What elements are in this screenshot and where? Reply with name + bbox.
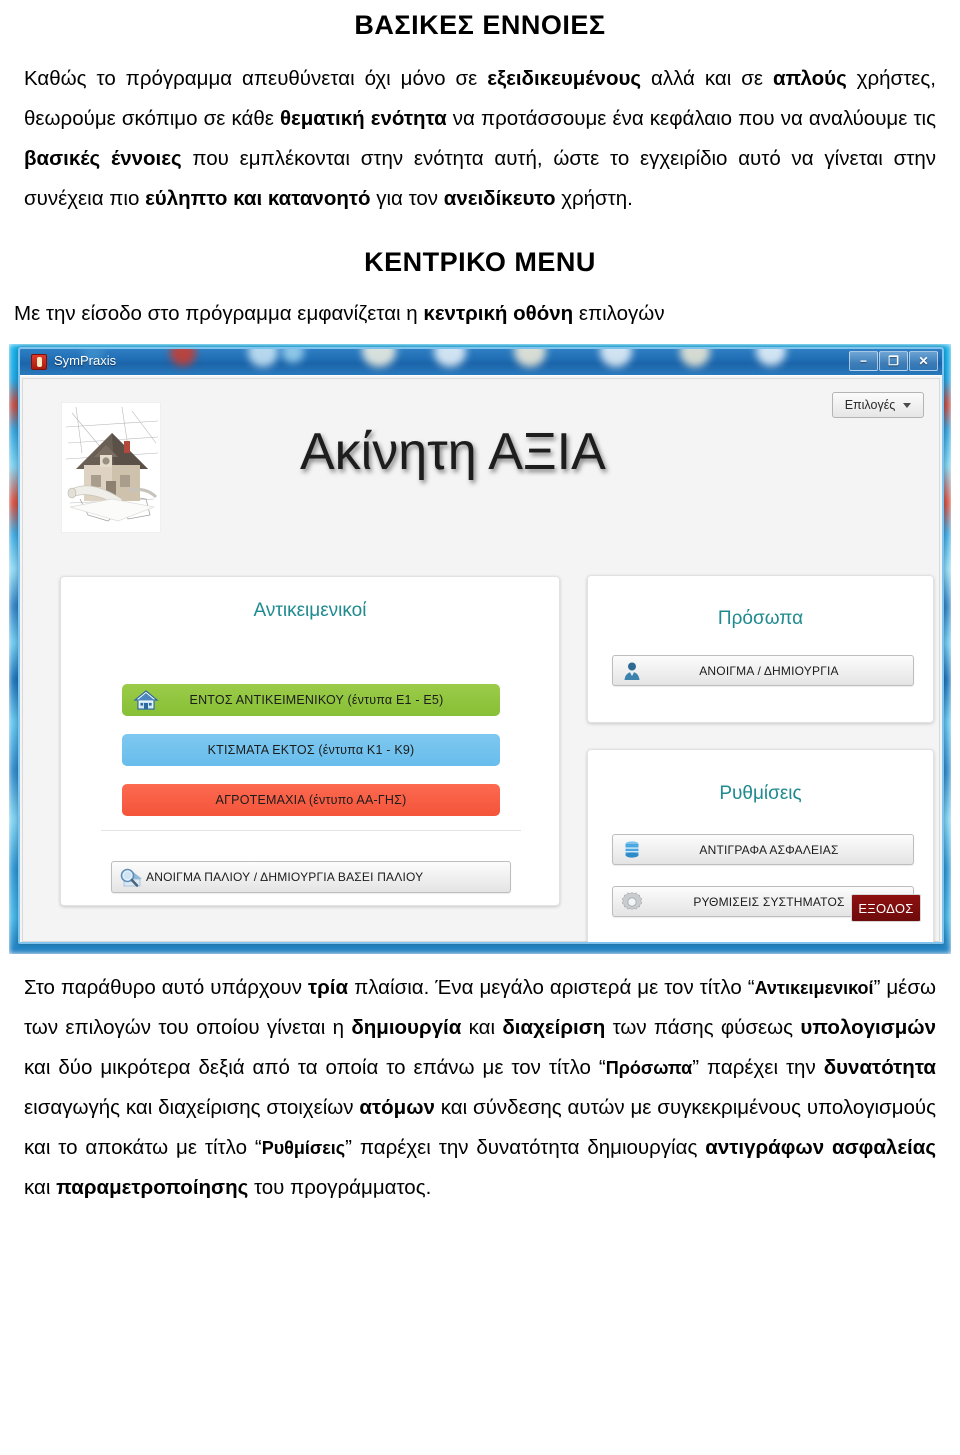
lead-text-1: Με την είσοδο στο πρόγραμμα εμφανίζεται … xyxy=(14,302,424,325)
outro-bold-8: ασφαλείας xyxy=(832,1136,937,1159)
outro-text-8: εισαγωγής και διαχείρισης στοιχείων xyxy=(24,1096,360,1119)
button-open-old-label: ΑΝΟΙΓΜΑ ΠΑΛΙΟΥ / ΔΗΜΙΟΥΡΓΙΑ ΒΑΣΕΙ ΠΑΛΙΟΥ xyxy=(146,870,424,884)
button-open-old[interactable]: ΑΝΟΙΓΜΑ ΠΑΛΙΟΥ / ΔΗΜΙΟΥΡΓΙΑ ΒΑΣΕΙ ΠΑΛΙΟΥ xyxy=(111,861,511,893)
options-dropdown-label: Επιλογές xyxy=(844,398,896,412)
outro-quote-3: Ρυθμίσεις xyxy=(261,1138,346,1158)
house-blueprint-illustration xyxy=(62,403,160,532)
application-window: SymPraxis − ❐ ✕ Επιλογές Ακίνητη ΑΞΙΑ Αν… xyxy=(18,347,944,944)
button-entos-antikeimenikou[interactable]: ΕΝΤΟΣ ΑΝΤΙΚΕΙΜΕΝΙΚΟΥ (έντυπα Ε1 - Ε5) xyxy=(122,684,500,716)
person-icon xyxy=(619,659,645,683)
outro-bold-2: δημιουργία xyxy=(351,1016,462,1039)
lead-paragraph: Με την είσοδο στο πρόγραμμα εμφανίζεται … xyxy=(14,294,946,334)
outro-text-6: και δύο μικρότερα δεξιά από τα οποία το … xyxy=(24,1056,606,1079)
outro-text-11 xyxy=(824,1136,832,1159)
outro-bold-3: διαχείριση xyxy=(502,1016,606,1039)
intro-bold-6: ανειδίκευτο xyxy=(443,187,556,210)
outro-bold-9: παραμετροποίησης xyxy=(56,1176,249,1199)
database-icon xyxy=(619,838,645,862)
exit-button[interactable]: ΕΞΟΔΟΣ xyxy=(851,894,921,922)
titlebar-light-blob xyxy=(248,349,278,367)
intro-bold-4: βασικές έννοιες xyxy=(24,147,182,170)
outro-bold-4: υπολογισμών xyxy=(800,1016,936,1039)
minimize-button[interactable]: − xyxy=(849,351,878,371)
titlebar-light-blob xyxy=(756,349,786,366)
house-icon xyxy=(133,688,159,712)
intro-bold-3: θεματική ενότητα xyxy=(279,107,447,130)
intro-bold-2: απλούς xyxy=(772,67,847,90)
button-ktismata-ektos[interactable]: ΚΤΙΣΜΑΤΑ ΕΚΤΟΣ (έντυπα Κ1 - Κ9) xyxy=(122,734,500,766)
page-title: ΒΑΣΙΚΕΣ ΕΝΝΟΙΕΣ xyxy=(354,10,606,40)
intro-text-2: αλλά και σε xyxy=(641,67,773,90)
outro-text-12: και xyxy=(24,1176,57,1199)
titlebar-light-blob xyxy=(514,349,546,367)
outro-quote-1: Αντικειμενικοί xyxy=(754,978,874,998)
button-agrotemaxia-label: ΑΓΡΟΤΕΜΑΧΙΑ (έντυπο ΑΑ-ΓΗΣ) xyxy=(215,793,407,807)
intro-paragraph: Καθώς το πρόγραμμα απευθύνεται όχι μόνο … xyxy=(24,59,936,219)
button-backup-label: ΑΝΤΙΓΡΑΦΑ ΑΣΦΑΛΕΙΑΣ xyxy=(699,842,839,857)
intro-bold-1: εξειδικευμένους xyxy=(487,67,642,90)
app-icon xyxy=(31,354,47,370)
button-open-create-person[interactable]: ΑΝΟΙΓΜΑ / ΔΗΜΙΟΥΡΓΙΑ xyxy=(612,655,914,686)
page-root: ΒΑΣΙΚΕΣ ΕΝΝΟΙΕΣ Καθώς το πρόγραμμα απευθ… xyxy=(0,0,960,1455)
panel-settings-title: Ρυθμίσεις xyxy=(719,783,802,804)
chevron-down-icon xyxy=(903,402,912,408)
titlebar-light-blob xyxy=(600,349,632,367)
maximize-button[interactable]: ❐ xyxy=(879,351,908,371)
embedded-screenshot: SymPraxis − ❐ ✕ Επιλογές Ακίνητη ΑΞΙΑ Αν… xyxy=(9,344,951,954)
intro-section: ΒΑΣΙΚΕΣ ΕΝΝΟΙΕΣ Καθώς το πρόγραμμα απευθ… xyxy=(0,0,960,219)
outro-text-10: ” παρέχει την δυνατότητα δημιουργίας xyxy=(345,1136,706,1159)
window-controls[interactable]: − ❐ ✕ xyxy=(849,351,938,371)
intro-text-7: χρήστη. xyxy=(555,187,633,210)
outro-quote-2: Πρόσωπα xyxy=(605,1058,693,1078)
lead-bold-1: κεντρική οθόνη xyxy=(423,302,574,325)
brand-title: Ακίνητη ΑΞΙΑ xyxy=(300,423,606,481)
titlebar-light-blob xyxy=(680,349,710,367)
panel-divider xyxy=(101,830,521,831)
house-search-icon xyxy=(118,865,144,889)
outro-text-4: και xyxy=(461,1016,503,1039)
titlebar-light-blob xyxy=(434,349,466,367)
outro-bold-6: ατόμων xyxy=(359,1096,435,1119)
intro-text-6: για τον xyxy=(370,187,444,210)
intro-text-4: να προτάσσουμε ένα κεφάλαιο που να αναλύ… xyxy=(446,107,936,130)
panel-persons-title: Πρόσωπα xyxy=(717,608,804,629)
panel-objective-title: Αντικειμενικοί xyxy=(253,600,367,621)
close-button[interactable]: ✕ xyxy=(909,351,938,371)
button-backup[interactable]: ΑΝΤΙΓΡΑΦΑ ΑΣΦΑΛΕΙΑΣ xyxy=(612,834,914,865)
panel-persons: Πρόσωπα ΑΝΟΙΓΜΑ / ΔΗΜΙΟΥΡΓΙΑ xyxy=(587,575,934,723)
outro-paragraph: Στο παράθυρο αυτό υπάρχουν τρία πλαίσια.… xyxy=(24,968,936,1208)
outro-text-13: του προγράμματος. xyxy=(248,1176,432,1199)
outro-section: Στο παράθυρο αυτό υπάρχουν τρία πλαίσια.… xyxy=(0,954,960,1208)
lead-text-2: επιλογών xyxy=(573,302,665,325)
titlebar-light-blob xyxy=(170,349,196,366)
gear-icon xyxy=(619,890,645,914)
outro-bold-7: αντιγράφων xyxy=(705,1136,825,1159)
outro-text-5: των πάσης φύσεως xyxy=(605,1016,801,1039)
panel-objective: Αντικειμενικοί ΕΝΤΟΣ ΑΝΤΙΚΕΙΜΕΝΙΚΟΥ (έντ… xyxy=(60,576,560,906)
outro-text-1: Στο παράθυρο αυτό υπάρχουν xyxy=(24,976,308,999)
outro-text-7: ” παρέχει την xyxy=(692,1056,824,1079)
app-logo-image xyxy=(61,402,161,533)
window-titlebar: SymPraxis − ❐ ✕ xyxy=(20,349,942,375)
outro-bold-1: τρία xyxy=(307,976,349,999)
window-title: SymPraxis xyxy=(54,353,117,368)
outro-bold-5: δυνατότητα xyxy=(823,1056,937,1079)
button-ktismata-ektos-label: ΚΤΙΣΜΑΤΑ ΕΚΤΟΣ (έντυπα Κ1 - Κ9) xyxy=(207,743,415,757)
intro-text-1: Καθώς το πρόγραμμα απευθύνεται όχι μόνο … xyxy=(24,67,488,90)
titlebar-light-blob xyxy=(362,349,396,367)
intro-bold-5: εύληπτο και κατανοητό xyxy=(145,187,371,210)
titlebar-light-blob xyxy=(282,349,304,363)
button-agrotemaxia[interactable]: ΑΓΡΟΤΕΜΑΧΙΑ (έντυπο ΑΑ-ΓΗΣ) xyxy=(122,784,500,816)
section-title-central-menu: ΚΕΝΤΡΙΚΟ MENU xyxy=(364,247,596,277)
outro-text-2: πλαίσια. Ένα μεγάλο αριστερά με τον τίτλ… xyxy=(348,976,755,999)
button-open-create-person-label: ΑΝΟΙΓΜΑ / ΔΗΜΙΟΥΡΓΙΑ xyxy=(699,663,839,678)
window-client-area: Επιλογές Ακίνητη ΑΞΙΑ Αντικειμενικοί ΕΝΤ… xyxy=(20,375,942,942)
button-entos-antikeimenikou-label: ΕΝΤΟΣ ΑΝΤΙΚΕΙΜΕΝΙΚΟΥ (έντυπα Ε1 - Ε5) xyxy=(189,693,444,707)
options-dropdown-button[interactable]: Επιλογές xyxy=(832,392,924,418)
